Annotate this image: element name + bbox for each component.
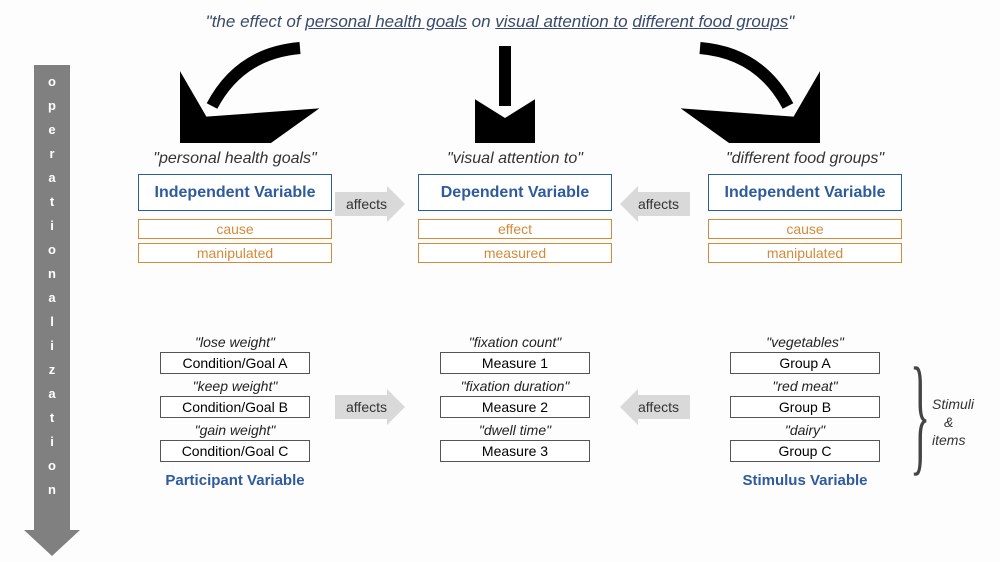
right-tag-manipulated: manipulated [708,243,902,263]
left-item-box-2: Condition/Goal C [160,440,310,462]
left-bottom-label: Participant Variable [120,472,350,489]
right-variable-type-box: Independent Variable [708,174,902,211]
mid-variable-type-box: Dependent Variable [418,174,612,211]
mid-tag-effect: effect [418,219,612,239]
mid-item-label-2: "dwell time" [400,422,630,438]
title-underline-1: personal health goals [305,12,467,31]
left-item-label-2: "gain weight" [120,422,350,438]
mid-item-label-0: "fixation count" [400,334,630,350]
mid-variable-type: Dependent Variable [441,184,590,201]
right-item-label-0: "vegetables" [690,334,920,350]
title-prefix: "the [206,12,240,31]
column-left-upper: "personal health goals" Independent Vari… [120,150,350,267]
right-tag-cause: cause [708,219,902,239]
mid-item-box-0: Measure 1 [440,352,590,374]
bracket-label: Stimuli & items [932,395,974,450]
research-question-title: "the effect of personal health goals on … [0,12,1000,32]
title-suffix: " [788,12,794,31]
column-right-lower: "vegetables" Group A "red meat" Group B … [690,330,920,489]
bracket-line-2: & [932,414,953,430]
affects-label-top-left: affects [346,196,387,212]
left-variable-type-box: Independent Variable [138,174,332,211]
affects-label-top-right: affects [638,196,679,212]
right-bottom-label: Stimulus Variable [690,472,920,489]
sidebar-arrow-down-icon [24,530,80,556]
left-item-label-0: "lose weight" [120,334,350,350]
title-underline-2: visual attention to [495,12,627,31]
arrow-to-mid-column [475,38,535,143]
left-header-quote: "personal health goals" [120,150,350,168]
title-mid: on [467,12,495,31]
column-left-lower: "lose weight" Condition/Goal A "keep wei… [120,330,350,489]
left-tag-cause: cause [138,219,332,239]
left-tag-manipulated: manipulated [138,243,332,263]
mid-item-label-1: "fixation duration" [400,378,630,394]
left-item-label-1: "keep weight" [120,378,350,394]
mid-tag-measured: measured [418,243,612,263]
column-right-upper: "different food groups" Independent Vari… [690,150,920,267]
left-variable-type: Independent Variable [155,184,316,201]
column-mid-lower: "fixation count" Measure 1 "fixation dur… [400,330,630,462]
bracket-line-1: Stimuli [932,396,974,412]
arrow-to-left-column [180,38,320,143]
right-item-box-2: Group C [730,440,880,462]
right-item-label-1: "red meat" [690,378,920,394]
title-of: of [282,12,306,31]
arrow-to-right-column [680,38,820,143]
bracket-line-3: items [932,432,965,448]
affects-label-bottom-left: affects [346,399,387,415]
mid-item-box-1: Measure 2 [440,396,590,418]
right-header-quote: "different food groups" [690,150,920,168]
right-item-label-2: "dairy" [690,422,920,438]
curly-bracket-icon: } [910,338,930,490]
left-item-box-0: Condition/Goal A [160,352,310,374]
affects-label-bottom-right: affects [638,399,679,415]
right-variable-type: Independent Variable [725,184,886,201]
right-item-box-0: Group A [730,352,880,374]
operationalization-label: operationalization [34,70,70,502]
right-item-box-1: Group B [730,396,880,418]
title-underline-3: different food groups [632,12,788,31]
column-mid-upper: "visual attention to" Dependent Variable… [400,150,630,267]
mid-header-quote: "visual attention to" [400,150,630,168]
left-item-box-1: Condition/Goal B [160,396,310,418]
mid-item-box-2: Measure 3 [440,440,590,462]
title-effect: effect [240,12,282,31]
